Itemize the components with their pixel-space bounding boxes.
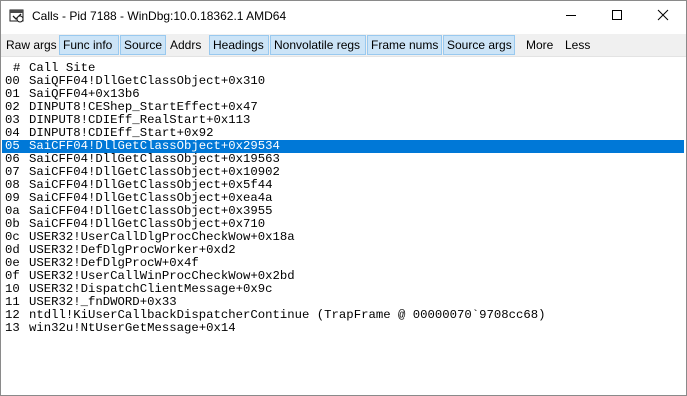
less-button[interactable]: Less <box>562 35 593 55</box>
calls-toolbar: Raw args Func info Source Addrs Headings… <box>1 34 686 57</box>
maximize-icon <box>611 8 623 26</box>
call-site: SaiCFF04!DllGetClassObject+0x710 <box>29 217 266 231</box>
headings-button[interactable]: Headings <box>209 35 269 55</box>
more-button[interactable]: More <box>523 35 556 55</box>
call-site: SaiCFF04!DllGetClassObject+0x3955 <box>29 204 273 218</box>
call-site: SaiQFF04!DllGetClassObject+0x310 <box>29 74 266 88</box>
minimize-button[interactable] <box>548 1 594 32</box>
call-site: USER32!DispatchClientMessage+0x9c <box>29 282 273 296</box>
call-site: DINPUT8!CEShep_StartEffect+0x47 <box>29 100 258 114</box>
nonvolatile-regs-button[interactable]: Nonvolatile regs <box>270 35 366 55</box>
call-site: SaiCFF04!DllGetClassObject+0xea4a <box>29 191 273 205</box>
calls-window: Calls - Pid 7188 - WinDbg:10.0.18362.1 A… <box>0 0 687 396</box>
source-args-button[interactable]: Source args <box>443 35 515 55</box>
func-info-button[interactable]: Func info <box>59 35 119 55</box>
call-site: SaiQFF04+0x13b6 <box>29 87 140 101</box>
minimize-icon <box>565 8 577 26</box>
window-title: Calls - Pid 7188 - WinDbg:10.0.18362.1 A… <box>32 9 287 23</box>
frame-number: 13 <box>5 321 20 335</box>
call-site: DINPUT8!CDIEff_RealStart+0x113 <box>29 113 251 127</box>
call-site: USER32!DefDlgProcW+0x4f <box>29 256 199 270</box>
call-site-header: Call Site <box>29 61 96 75</box>
call-site: win32u!NtUserGetMessage+0x14 <box>29 321 236 335</box>
call-site: SaiCFF04!DllGetClassObject+0x19563 <box>29 152 280 166</box>
call-site: ntdll!KiUserCallbackDispatcherContinue (… <box>29 308 546 322</box>
maximize-button[interactable] <box>594 1 640 32</box>
call-site: SaiCFF04!DllGetClassObject+0x29534 <box>29 139 280 153</box>
title-bar[interactable]: Calls - Pid 7188 - WinDbg:10.0.18362.1 A… <box>1 1 686 32</box>
call-stack-list[interactable]: # Call Site 00 SaiQFF04!DllGetClassObject+… <box>1 58 686 395</box>
raw-args-button[interactable]: Raw args <box>3 35 60 55</box>
frame-nums-button[interactable]: Frame nums <box>367 35 442 55</box>
close-button[interactable] <box>640 1 686 32</box>
call-site: SaiCFF04!DllGetClassObject+0x5f44 <box>29 178 273 192</box>
close-icon <box>657 8 669 26</box>
call-site: SaiCFF04!DllGetClassObject+0x10902 <box>29 165 280 179</box>
call-site: DINPUT8!CDIEff_Start+0x92 <box>29 126 214 140</box>
call-site: USER32!UserCallWinProcCheckWow+0x2bd <box>29 269 295 283</box>
call-site: USER32!_fnDWORD+0x33 <box>29 295 177 309</box>
stack-frame-row[interactable]: 13 win32u!NtUserGetMessage+0x14 <box>5 322 236 335</box>
source-button[interactable]: Source <box>120 35 166 55</box>
windbg-app-icon <box>9 8 25 24</box>
call-site: USER32!UserCallDlgProcCheckWow+0x18a <box>29 230 295 244</box>
addrs-button[interactable]: Addrs <box>167 35 204 55</box>
call-site: USER32!DefDlgProcWorker+0xd2 <box>29 243 236 257</box>
